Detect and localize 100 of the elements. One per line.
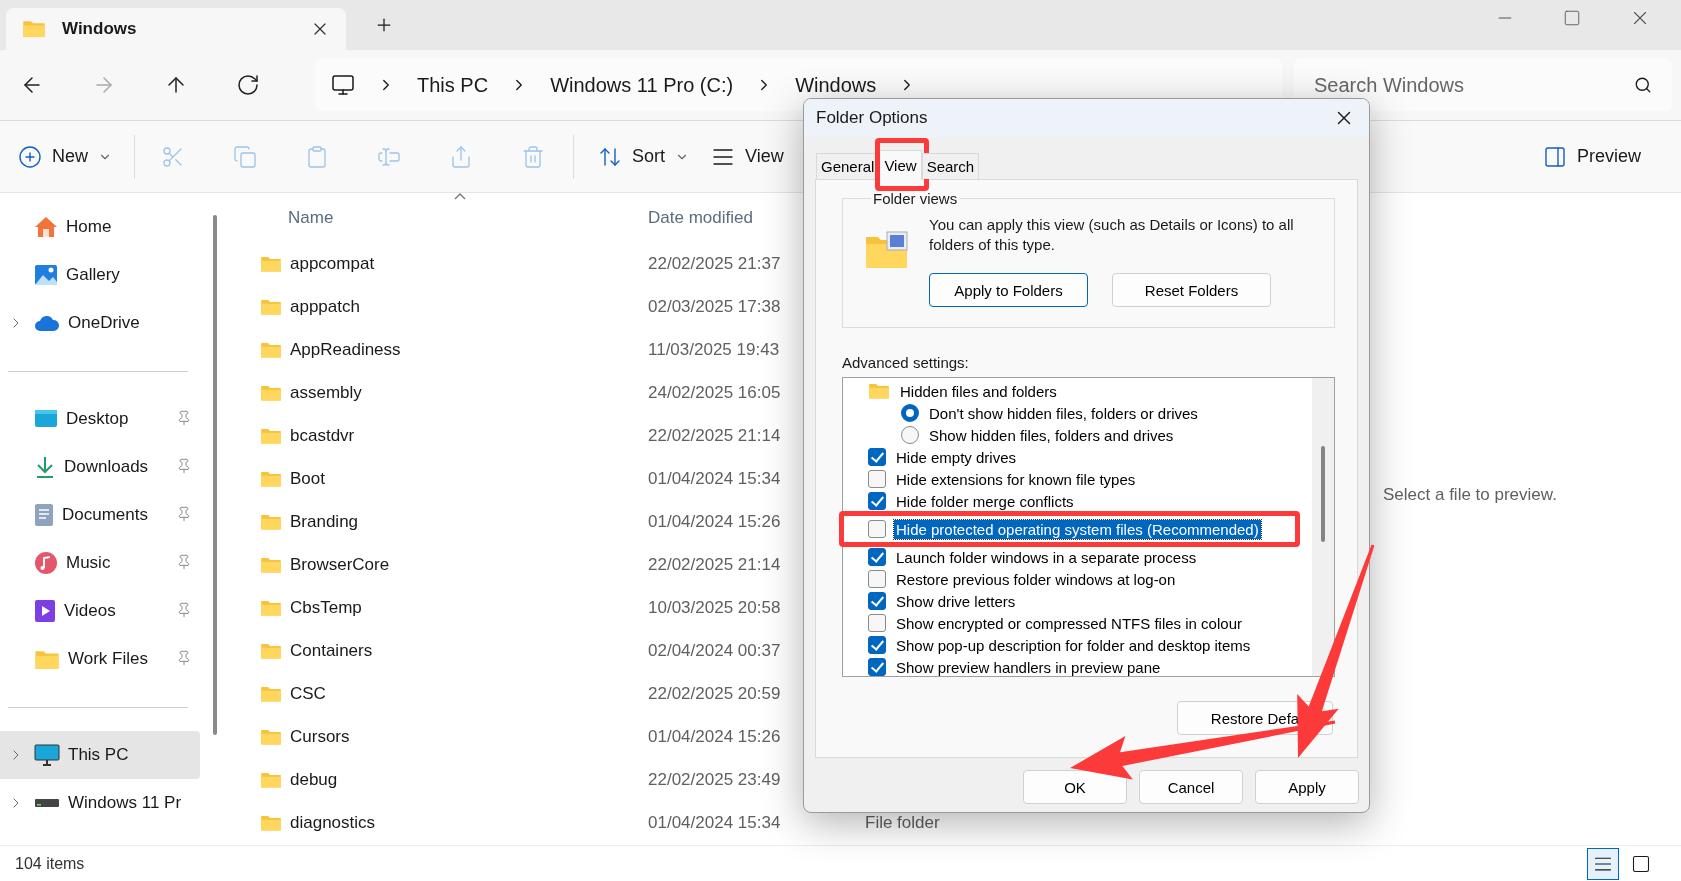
pin-icon[interactable] (176, 602, 192, 618)
pin-icon[interactable] (176, 650, 192, 666)
file-name[interactable]: CbsTemp (290, 597, 648, 618)
date-cell-text: 11/03/2025 19:43 (648, 339, 781, 360)
file-name[interactable]: Containers (290, 640, 648, 661)
pin-icon[interactable] (176, 506, 192, 522)
pin-icon[interactable] (176, 410, 192, 426)
window-tab[interactable]: Windows (6, 8, 346, 50)
checkbox[interactable] (868, 614, 886, 632)
checkbox[interactable] (868, 520, 886, 538)
sidebar-item[interactable]: This PC (0, 731, 200, 779)
folder-icon (260, 770, 282, 789)
radio-button[interactable] (901, 404, 919, 422)
sidebar-item[interactable]: OneDrive (0, 299, 200, 347)
sidebar-item[interactable]: Documents (0, 491, 200, 539)
folder-view-button[interactable]: Apply to Folders (929, 273, 1088, 307)
setting-label[interactable]: Show preview handlers in preview pane (894, 657, 1163, 677)
checkbox[interactable] (868, 570, 886, 588)
checkbox[interactable] (868, 636, 886, 654)
setting-label[interactable]: Show pop-up description for folder and desktop items (894, 635, 1253, 655)
sidebar-item[interactable]: Home (0, 203, 200, 251)
house-icon (34, 216, 58, 238)
setting-label[interactable]: Hide empty drives (894, 447, 1019, 467)
dialog-tab[interactable]: View (879, 150, 922, 180)
sidebar-item[interactable]: Desktop (0, 395, 200, 443)
file-name[interactable]: appcompat (290, 253, 648, 274)
sort-button[interactable]: Sort (598, 144, 690, 169)
dialog-button[interactable]: Cancel (1139, 770, 1243, 804)
date-cell-text: 01/04/2024 15:34 (648, 468, 782, 489)
setting-label[interactable]: Launch folder windows in a separate process (894, 547, 1199, 567)
type-cell: File folder (865, 812, 940, 833)
dialog-title: Folder Options (816, 108, 929, 128)
preview-message: Select a file to preview. (1383, 485, 1558, 505)
checkbox[interactable] (868, 448, 886, 466)
pin-icon[interactable] (176, 458, 192, 474)
new-button[interactable]: New (18, 144, 112, 169)
folder-icon (260, 426, 282, 445)
setting-label[interactable]: Restore previous folder windows at log-on (894, 569, 1178, 589)
sidebar-item[interactable]: Windows 11 Pr (0, 779, 200, 827)
radio-button[interactable] (901, 426, 919, 444)
file-name[interactable]: debug (290, 769, 648, 790)
refresh-icon[interactable] (236, 73, 260, 97)
breadcrumb-item[interactable]: This PC (417, 73, 489, 97)
breadcrumb-item[interactable]: Windows (795, 73, 877, 97)
sidebar-item[interactable]: Videos (0, 587, 200, 635)
setting-label[interactable]: Hidden files and folders (898, 381, 1059, 401)
checkbox[interactable] (868, 470, 886, 488)
checkbox[interactable] (868, 548, 886, 566)
sidebar-item[interactable]: Gallery (0, 251, 200, 299)
search-icon[interactable] (1634, 76, 1652, 94)
view-button[interactable]: View (711, 144, 784, 169)
date-cell-text: 22/02/2025 21:14 (648, 554, 782, 575)
checkbox[interactable] (868, 492, 886, 510)
checkbox[interactable] (868, 592, 886, 610)
folder-icon (22, 19, 46, 39)
dialog-button[interactable]: Apply (1255, 770, 1359, 804)
column-header[interactable]: Name (260, 191, 648, 228)
group-description: You can apply this view (such as Details or Icons) to all folders of this type. (929, 215, 1295, 255)
setting-label[interactable]: Show encrypted or compressed NTFS files in colour (894, 613, 1244, 633)
breadcrumb-item[interactable]: Windows 11 Pro (C:) (550, 73, 734, 97)
preview-button[interactable]: Preview (1542, 144, 1641, 169)
folder-icon (34, 648, 60, 670)
dialog-tab[interactable]: Search (921, 153, 980, 179)
setting-label[interactable]: Hide folder merge conflicts (894, 491, 1076, 511)
pin-icon[interactable] (176, 554, 192, 570)
dialog-button[interactable]: OK (1023, 770, 1127, 804)
folder-icon (260, 512, 282, 531)
sidebar-item[interactable]: Downloads (0, 443, 200, 491)
date-cell-text: 22/02/2025 20:59 (648, 683, 782, 704)
setting-label[interactable]: Hide extensions for known file types (894, 469, 1138, 489)
file-name[interactable]: Boot (290, 468, 648, 489)
file-name[interactable]: assembly (290, 382, 648, 403)
date-cell-text: 24/02/2025 16:05 (648, 382, 782, 403)
scrollbar-thumb[interactable] (1321, 446, 1325, 542)
folder-icon (260, 254, 282, 273)
file-name[interactable]: AppReadiness (290, 339, 648, 360)
file-name[interactable]: Cursors (290, 726, 648, 747)
folder-icon (260, 598, 282, 617)
file-name[interactable]: diagnostics (290, 812, 648, 833)
folder-view-button[interactable]: Reset Folders (1112, 273, 1271, 307)
checkbox[interactable] (868, 658, 886, 676)
group-legend: Folder views (871, 190, 960, 207)
details-view-button[interactable] (1587, 847, 1619, 880)
file-name[interactable]: apppatch (290, 296, 648, 317)
folder-icon (260, 813, 282, 832)
sidebar-item[interactable]: Work Files (0, 635, 200, 683)
document-icon (34, 503, 54, 527)
scrollbar-thumb[interactable] (213, 215, 217, 735)
file-name[interactable]: bcastdvr (290, 425, 648, 446)
sidebar-item[interactable]: Music (0, 539, 200, 587)
folder-icon (260, 469, 282, 488)
setting-label[interactable]: Hide protected operating system files (Recommended) (894, 519, 1261, 539)
file-name[interactable]: CSC (290, 683, 648, 704)
setting-label[interactable]: Show hidden files, folders and drives (927, 425, 1176, 445)
setting-label[interactable]: Show drive letters (894, 591, 1018, 611)
maximize-icon[interactable] (1563, 9, 1581, 27)
file-name[interactable]: BrowserCore (290, 554, 648, 575)
search-field[interactable]: Search Windows (1294, 59, 1672, 111)
file-name[interactable]: Branding (290, 511, 648, 532)
setting-label[interactable]: Don't show hidden files, folders or drives (927, 403, 1200, 423)
